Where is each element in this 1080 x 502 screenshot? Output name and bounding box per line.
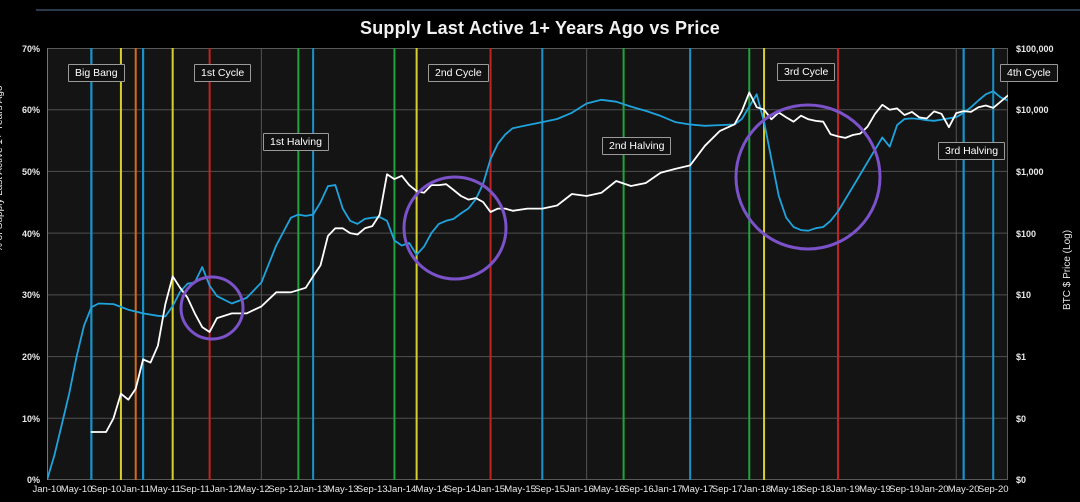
y-axis-left-title: % of Supply Last Active 1+ Years Ago [0, 85, 5, 252]
x-axis-tick: Sep-20 [977, 484, 1009, 495]
chart-canvas [47, 48, 1008, 480]
top-divider-rule [36, 9, 1080, 11]
y-left-tick-10: 10% [21, 414, 40, 424]
annotation-label: 3rd Cycle [777, 63, 836, 81]
y-right-tick-0a: $0 [1016, 414, 1027, 424]
y-left-tick-50: 50% [21, 167, 40, 177]
annotation-label: 3rd Halving [938, 142, 1006, 160]
annotation-label: 2nd Halving [602, 137, 672, 155]
y-right-tick-100: $100 [1016, 229, 1037, 239]
chart-screenshot: Supply Last Active 1+ Years Ago vs Price… [0, 0, 1080, 502]
plot-area [47, 48, 1008, 480]
annotation-label: 1st Halving [263, 133, 329, 151]
annotation-label: 1st Cycle [194, 64, 252, 82]
y-left-tick-20: 20% [21, 352, 40, 362]
y-left-tick-30: 30% [21, 290, 40, 300]
y-right-tick-10000: $10,000 [1016, 105, 1049, 115]
y-axis-right-title: BTC $ Price (Log) [1062, 229, 1073, 310]
y-right-tick-100000: $100,000 [1016, 44, 1054, 54]
annotation-label: 2nd Cycle [428, 64, 489, 82]
annotation-label: Big Bang [68, 64, 125, 82]
page-title: Supply Last Active 1+ Years Ago vs Price [359, 18, 720, 38]
y-right-tick-10: $10 [1016, 290, 1032, 300]
y-right-tick-1000: $1,000 [1016, 167, 1044, 177]
annotation-label: 4th Cycle [1000, 64, 1058, 82]
highlight-circle [179, 275, 245, 341]
y-right-tick-1: $1 [1016, 352, 1027, 362]
y-left-tick-70: 70% [21, 44, 40, 54]
y-left-tick-40: 40% [21, 229, 40, 239]
y-left-tick-60: 60% [21, 105, 40, 115]
